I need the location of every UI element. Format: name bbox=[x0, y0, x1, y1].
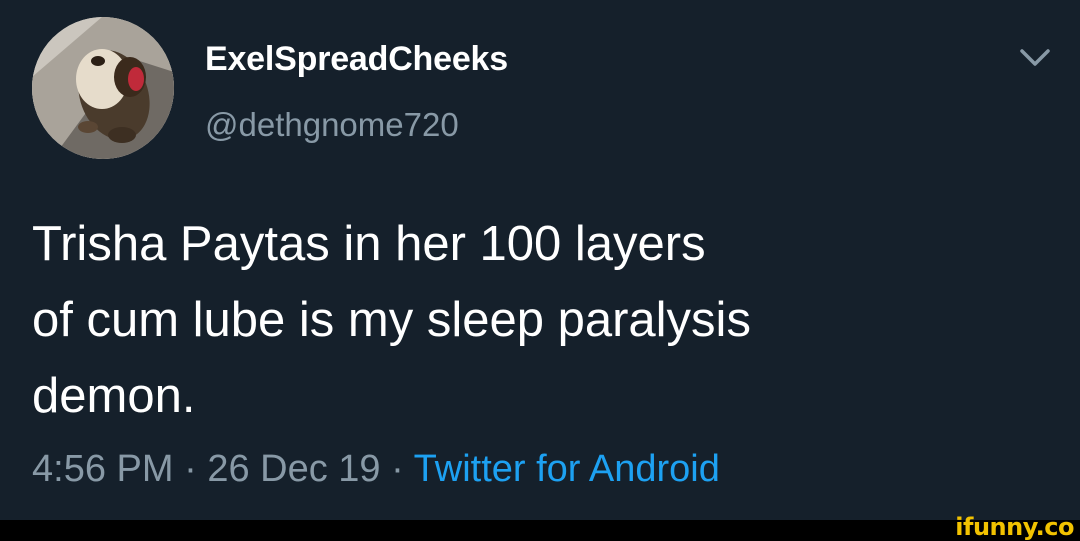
tweet-time[interactable]: 4:56 PM bbox=[32, 448, 174, 490]
tweet-source-link[interactable]: Twitter for Android bbox=[414, 448, 720, 490]
ferret-avatar-image bbox=[32, 17, 174, 159]
tweet-text: Trisha Paytas in her 100 layers of cum l… bbox=[32, 206, 992, 434]
chevron-down-icon[interactable] bbox=[1018, 46, 1052, 70]
meta-separator: · bbox=[173, 448, 208, 490]
ifunny-watermark: ifunny.co bbox=[955, 513, 1074, 541]
meta-separator: · bbox=[380, 448, 414, 490]
tweet-metadata: 4:56 PM · 26 Dec 19 · Twitter for Androi… bbox=[32, 448, 720, 491]
tweet-text-line: of cum lube is my sleep paralysis bbox=[32, 293, 751, 347]
avatar[interactable] bbox=[32, 17, 174, 159]
watermark-bar bbox=[0, 520, 1080, 541]
user-handle[interactable]: @dethgnome720 bbox=[205, 106, 459, 144]
tweet-date[interactable]: 26 Dec 19 bbox=[207, 448, 380, 490]
tweet-text-line: Trisha Paytas in her 100 layers bbox=[32, 217, 706, 271]
tweet-text-line: demon. bbox=[32, 369, 196, 423]
tweet-card: ExelSpreadCheeks @dethgnome720 Trisha Pa… bbox=[0, 0, 1080, 520]
display-name[interactable]: ExelSpreadCheeks bbox=[205, 40, 508, 79]
